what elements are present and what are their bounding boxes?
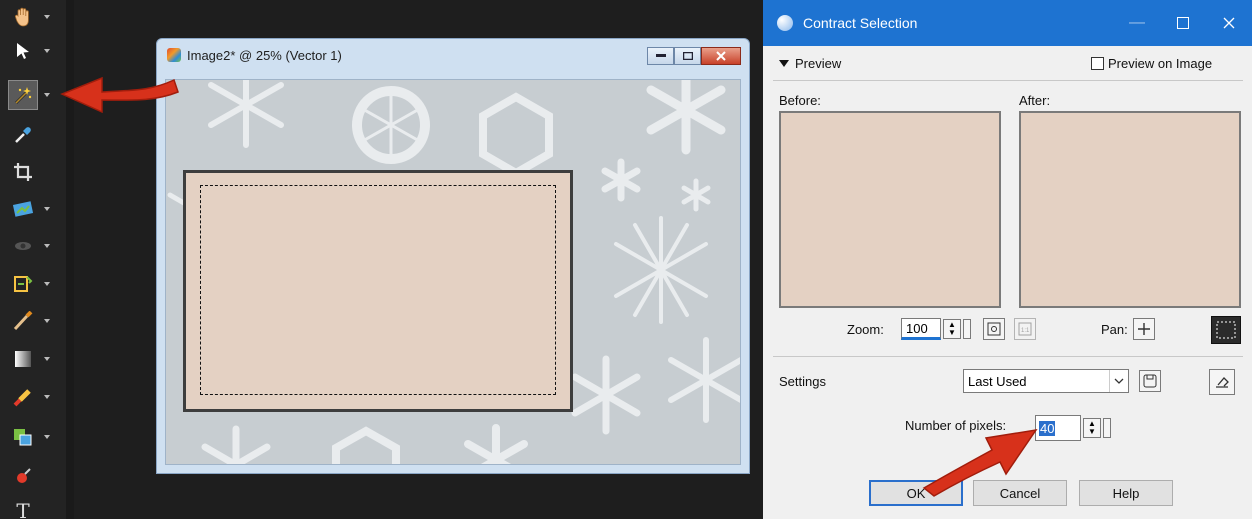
checkbox-box[interactable]: [1091, 57, 1104, 70]
arrow-pointer-icon: [8, 36, 38, 66]
zoom-spinner[interactable]: ▲ ▼: [943, 319, 961, 339]
dialog-title: Contract Selection: [803, 15, 918, 31]
settings-label: Settings: [779, 374, 826, 389]
maximize-icon: [682, 52, 693, 60]
pixels-spinner[interactable]: ▲ ▼: [1083, 418, 1101, 438]
app-icon: [777, 15, 793, 31]
zoom-input[interactable]: 100: [901, 318, 941, 340]
magic-wand-icon: [8, 80, 38, 110]
crop-icon: [8, 157, 38, 187]
annotation-arrow-left: [60, 76, 179, 114]
settings-select[interactable]: Last Used: [963, 369, 1129, 393]
makeover-icon: [8, 269, 38, 299]
text-tool[interactable]: T: [8, 494, 60, 519]
triangle-down-icon: [779, 59, 789, 67]
paint-brush-tool[interactable]: [8, 304, 60, 338]
zoom-label: Zoom:: [847, 322, 884, 337]
maximize-button[interactable]: [1160, 0, 1206, 46]
straighten-icon: [8, 194, 38, 224]
preview-on-image-label: Preview on Image: [1108, 56, 1213, 71]
selection-marquee-icon: [1216, 321, 1236, 339]
clone-tool[interactable]: [8, 420, 60, 454]
before-preview[interactable]: [779, 111, 1001, 308]
preview-toggle[interactable]: Preview: [779, 56, 841, 71]
after-label: After:: [1019, 93, 1051, 108]
maximize-icon: [1177, 17, 1189, 29]
hand-icon: [8, 2, 38, 32]
vector-rectangle[interactable]: [183, 170, 573, 412]
makeover-tool[interactable]: [8, 267, 60, 301]
separator: [773, 356, 1243, 357]
help-button[interactable]: Help: [1079, 480, 1173, 506]
pick-tool[interactable]: [8, 34, 60, 68]
gradient-icon: [8, 344, 38, 374]
after-preview[interactable]: [1019, 111, 1241, 308]
zoom-to-fit-button[interactable]: [983, 318, 1005, 340]
maximize-button[interactable]: [674, 47, 701, 65]
image-window-title: Image2* @ 25% (Vector 1): [187, 47, 342, 63]
save-icon: [1143, 374, 1157, 388]
eraser-icon: [8, 382, 38, 412]
close-button[interactable]: [1206, 0, 1252, 46]
actual-size-icon: 1:1: [1018, 322, 1032, 336]
dialog-titlebar[interactable]: Contract Selection —: [763, 0, 1252, 46]
before-label: Before:: [779, 93, 821, 108]
straighten-tool[interactable]: [8, 192, 60, 226]
minimize-button[interactable]: —: [1114, 0, 1160, 46]
proof-button[interactable]: [1211, 316, 1241, 344]
magic-wand-tool[interactable]: [8, 78, 60, 112]
pan-button[interactable]: [1133, 318, 1155, 340]
close-icon: [1223, 17, 1235, 29]
eraser-reset-icon: [1216, 377, 1229, 388]
image-window[interactable]: Image2* @ 25% (Vector 1): [156, 38, 750, 474]
eraser-tool[interactable]: [8, 380, 60, 414]
crop-tool[interactable]: [8, 155, 60, 189]
save-preset-button[interactable]: [1139, 370, 1161, 392]
selection-marquee: [200, 185, 556, 395]
reset-button[interactable]: [1209, 369, 1235, 395]
window-controls: [647, 47, 741, 65]
annotation-arrow-pixels: [922, 428, 1038, 497]
pin-icon: [8, 461, 38, 491]
minimize-icon: [655, 54, 666, 57]
paint-brush-icon: [8, 306, 38, 336]
zoom-fit-icon: [987, 322, 1001, 336]
pan-tool[interactable]: [8, 0, 60, 34]
zoom-dropdown[interactable]: [963, 319, 971, 339]
tools-toolbar: T: [0, 0, 66, 519]
settings-value: Last Used: [968, 373, 1027, 389]
chevron-down-icon: [1114, 378, 1124, 384]
color-replacer-tool[interactable]: [8, 459, 60, 493]
zoom-actual-size-button[interactable]: 1:1: [1014, 318, 1036, 340]
minimize-button[interactable]: [647, 47, 674, 65]
app-icon: [167, 48, 181, 62]
dropper-tool[interactable]: [8, 118, 60, 152]
gradient-tool[interactable]: [8, 342, 60, 376]
eyedropper-icon: [8, 120, 38, 150]
app-root: T Image2* @ 25% (Vector 1) Contract Sele…: [0, 0, 1252, 519]
close-icon: [716, 51, 726, 61]
close-button[interactable]: [701, 47, 741, 65]
text-icon: T: [16, 499, 30, 519]
minimize-icon: —: [1129, 14, 1145, 31]
preview-on-image-checkbox[interactable]: Preview on Image: [1091, 56, 1212, 71]
pixels-dropdown[interactable]: [1103, 418, 1111, 438]
separator: [773, 80, 1243, 81]
eye-icon: [8, 231, 38, 261]
pan-label: Pan:: [1101, 322, 1128, 337]
svg-text:1:1: 1:1: [1021, 328, 1030, 334]
settings-dropdown-button[interactable]: [1109, 370, 1128, 392]
red-eye-tool[interactable]: [8, 229, 60, 263]
image-canvas[interactable]: [165, 79, 741, 465]
clone-icon: [8, 422, 38, 452]
preview-section-label: Preview: [795, 56, 842, 71]
move-cross-icon: [1138, 323, 1150, 335]
